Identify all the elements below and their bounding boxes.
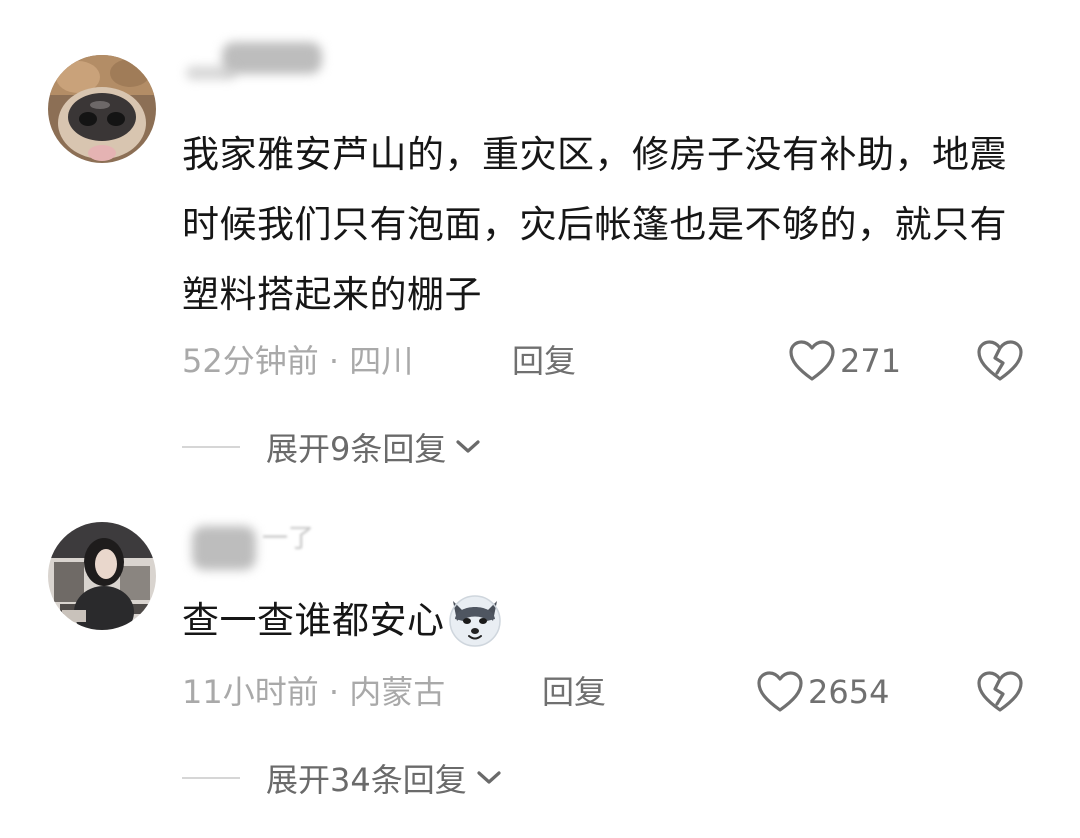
time-location: 11小时前 · 内蒙古 [182,673,446,711]
expand-replies[interactable]: 展开34条回复 [182,756,503,800]
divider-line [182,777,240,779]
dog-nose-avatar-icon [48,55,156,163]
expand-replies[interactable]: 展开9条回复 [182,425,482,469]
comment-meta: 52分钟前 · 四川 回复 271 [182,339,1042,383]
like-button[interactable]: 2654 [756,670,889,714]
expand-replies-label: 展开34条回复 [266,761,467,799]
dislike-button[interactable] [976,339,1024,394]
reply-button[interactable]: 回复 [512,339,576,383]
broken-heart-icon [977,671,1023,712]
like-count: 2654 [808,673,890,711]
broken-heart-icon [977,340,1023,381]
chevron-down-icon [477,771,501,784]
comment-list: 我家雅安芦山的，重灾区，修房子没有补助，地震时候我们只有泡面，灾后帐篷也是不够的… [0,0,1080,838]
husky-emoji-icon [448,594,501,647]
reply-button[interactable]: 回复 [542,670,606,714]
like-count: 271 [840,342,902,380]
dislike-button[interactable] [976,670,1024,725]
user-avatar[interactable] [48,55,156,163]
username-redacted[interactable]: 一了 [182,522,342,570]
chevron-down-icon [456,440,480,453]
like-button[interactable]: 271 [788,339,901,383]
user-avatar[interactable] [48,522,156,630]
comment-text: 查一查谁都安心 [182,586,1042,656]
comment-meta: 11小时前 · 内蒙古 回复 2654 [182,670,1042,714]
girl-photo-avatar-icon [48,522,156,630]
comment-text-body: 查一查谁都安心 [182,599,445,642]
comment-text: 我家雅安芦山的，重灾区，修房子没有补助，地震时候我们只有泡面，灾后帐篷也是不够的… [182,133,1007,316]
divider-line [182,446,240,448]
username-redacted[interactable] [182,42,342,82]
expand-replies-label: 展开9条回复 [266,430,447,468]
username-tail: 一了 [262,524,315,554]
heart-icon [789,340,835,381]
heart-icon [757,671,803,712]
time-location: 52分钟前 · 四川 [182,342,414,380]
